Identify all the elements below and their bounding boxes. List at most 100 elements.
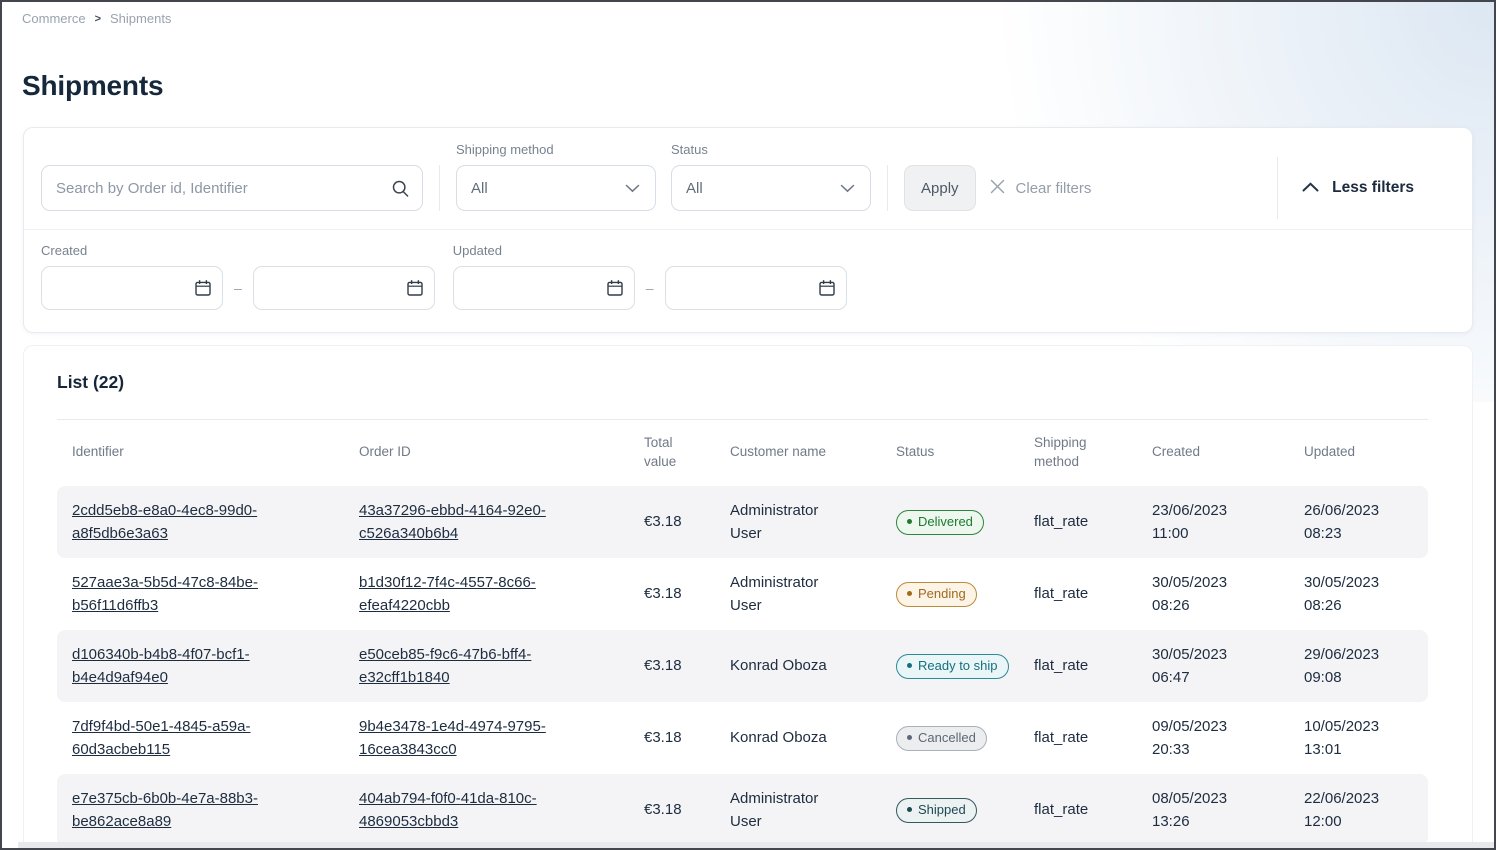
list-panel: List (22) Identifier Order ID Total valu… <box>23 345 1473 850</box>
date-range-separator: – <box>646 280 654 296</box>
total-value-cell: €3.18 <box>644 801 682 818</box>
order-id-link[interactable]: b1d30f12-7f4c-4557-8c66-efeaf4220cbb <box>359 571 567 618</box>
table-row: 7df9f4bd-50e1-4845-a59a-60d3acbeb115 9b4… <box>57 702 1428 774</box>
updated-date-group: Updated – <box>453 243 847 310</box>
column-header-order-id: Order ID <box>359 443 644 462</box>
date-range-separator: – <box>234 280 242 296</box>
breadcrumb-separator: > <box>95 13 101 25</box>
total-value-cell: €3.18 <box>644 585 682 602</box>
status-dot-icon <box>907 519 912 524</box>
status-label: Status <box>671 142 871 157</box>
divider <box>887 165 888 211</box>
status-dot-icon <box>907 735 912 740</box>
order-id-link[interactable]: 404ab794-f0f0-41da-810c-4869053cbbd3 <box>359 787 567 834</box>
status-dot-icon <box>907 591 912 596</box>
updated-cell: 10/05/2023 13:01 <box>1304 715 1408 762</box>
created-cell: 30/05/2023 08:26 <box>1152 571 1256 618</box>
calendar-icon[interactable] <box>406 279 424 302</box>
order-id-link[interactable]: 43a37296-ebbd-4164-92e0-c526a340b6b4 <box>359 499 567 546</box>
shipping-method-cell: flat_rate <box>1034 729 1088 746</box>
bottom-scroll-strip <box>18 842 1494 848</box>
column-header-total-value: Total value <box>644 434 692 472</box>
table-row: 527aae3a-5b5d-47c8-84be-b56f11d6ffb3 b1d… <box>57 558 1428 630</box>
updated-cell: 30/05/2023 08:26 <box>1304 571 1408 618</box>
status-label: Cancelled <box>918 731 976 745</box>
identifier-link[interactable]: 2cdd5eb8-e8a0-4ec8-99d0-a8f5db6e3a63 <box>72 499 280 546</box>
breadcrumb-commerce[interactable]: Commerce <box>22 11 86 26</box>
calendar-icon[interactable] <box>606 279 624 302</box>
divider <box>439 165 440 211</box>
shipping-method-cell: flat_rate <box>1034 801 1088 818</box>
customer-name-cell: Administrator User <box>730 571 852 618</box>
created-cell: 30/05/2023 06:47 <box>1152 643 1256 690</box>
column-header-identifier: Identifier <box>72 443 359 462</box>
status-label: Pending <box>918 587 966 601</box>
clear-filters-label: Clear filters <box>1016 180 1092 197</box>
created-label: Created <box>41 243 435 258</box>
shipping-method-cell: flat_rate <box>1034 585 1088 602</box>
identifier-link[interactable]: d106340b-b4b8-4f07-bcf1-b4e4d9af94e0 <box>72 643 280 690</box>
created-cell: 09/05/2023 20:33 <box>1152 715 1256 762</box>
created-to-field <box>253 266 435 310</box>
total-value-cell: €3.18 <box>644 513 682 530</box>
calendar-icon[interactable] <box>818 279 836 302</box>
status-dot-icon <box>907 807 912 812</box>
column-header-status: Status <box>896 443 1034 462</box>
status-label: Shipped <box>918 803 966 817</box>
status-label: Ready to ship <box>918 659 998 673</box>
created-cell: 23/06/2023 11:00 <box>1152 499 1256 546</box>
status-field: Status All <box>671 142 871 211</box>
less-filters-toggle[interactable]: Less filters <box>1302 165 1414 211</box>
customer-name-cell: Konrad Oboza <box>730 654 827 677</box>
chevron-up-icon <box>1302 179 1319 197</box>
status-dot-icon <box>907 663 912 668</box>
filters-panel: Shipping method All Status All <box>23 127 1473 333</box>
status-badge: Delivered <box>896 510 984 535</box>
page-title: Shipments <box>22 70 1494 102</box>
column-header-customer-name: Customer name <box>730 443 896 462</box>
customer-name-cell: Konrad Oboza <box>730 726 827 749</box>
shipping-method-select[interactable]: All <box>456 165 656 211</box>
table-row: d106340b-b4b8-4f07-bcf1-b4e4d9af94e0 e50… <box>57 630 1428 702</box>
chevron-down-icon <box>840 180 855 197</box>
apply-button[interactable]: Apply <box>904 165 976 211</box>
shipments-table: Identifier Order ID Total value Customer… <box>57 419 1428 846</box>
updated-cell: 22/06/2023 12:00 <box>1304 787 1408 834</box>
updated-from-field <box>453 266 635 310</box>
created-cell: 08/05/2023 13:26 <box>1152 787 1256 834</box>
table-body: 2cdd5eb8-e8a0-4ec8-99d0-a8f5db6e3a63 43a… <box>57 486 1428 846</box>
identifier-link[interactable]: 527aae3a-5b5d-47c8-84be-b56f11d6ffb3 <box>72 571 280 618</box>
search-input[interactable] <box>41 165 423 211</box>
filters-row-main: Shipping method All Status All <box>24 128 1472 229</box>
status-label: Delivered <box>918 515 973 529</box>
created-date-group: Created – <box>41 243 435 310</box>
order-id-link[interactable]: e50ceb85-f9c6-47b6-bff4-e32cff1b1840 <box>359 643 567 690</box>
less-filters-label: Less filters <box>1332 179 1414 197</box>
filters-row-dates: Created – <box>24 229 1472 332</box>
order-id-link[interactable]: 9b4e3478-1e4d-4974-9795-16cea3843cc0 <box>359 715 567 762</box>
divider <box>1277 157 1278 219</box>
created-from-field <box>41 266 223 310</box>
calendar-icon[interactable] <box>194 279 212 302</box>
shipping-method-cell: flat_rate <box>1034 657 1088 674</box>
status-badge: Pending <box>896 582 977 607</box>
column-header-created: Created <box>1152 443 1304 462</box>
total-value-cell: €3.18 <box>644 729 682 746</box>
shipping-method-label: Shipping method <box>456 142 656 157</box>
chevron-down-icon <box>625 180 640 197</box>
search-box <box>41 165 423 211</box>
clear-filters-button[interactable]: Clear filters <box>990 165 1092 211</box>
close-icon <box>990 179 1005 198</box>
status-select[interactable]: All <box>671 165 871 211</box>
identifier-link[interactable]: e7e375cb-6b0b-4e7a-88b3-be862ace8a89 <box>72 787 280 834</box>
identifier-link[interactable]: 7df9f4bd-50e1-4845-a59a-60d3acbeb115 <box>72 715 280 762</box>
updated-to-field <box>665 266 847 310</box>
shipments-page: Commerce > Shipments Shipments Shipping … <box>0 0 1496 850</box>
column-header-updated: Updated <box>1304 443 1430 462</box>
customer-name-cell: Administrator User <box>730 787 852 834</box>
status-value: All <box>686 180 703 197</box>
breadcrumb-shipments[interactable]: Shipments <box>110 11 171 26</box>
updated-cell: 29/06/2023 09:08 <box>1304 643 1408 690</box>
table-row: e7e375cb-6b0b-4e7a-88b3-be862ace8a89 404… <box>57 774 1428 846</box>
status-badge: Cancelled <box>896 726 987 751</box>
